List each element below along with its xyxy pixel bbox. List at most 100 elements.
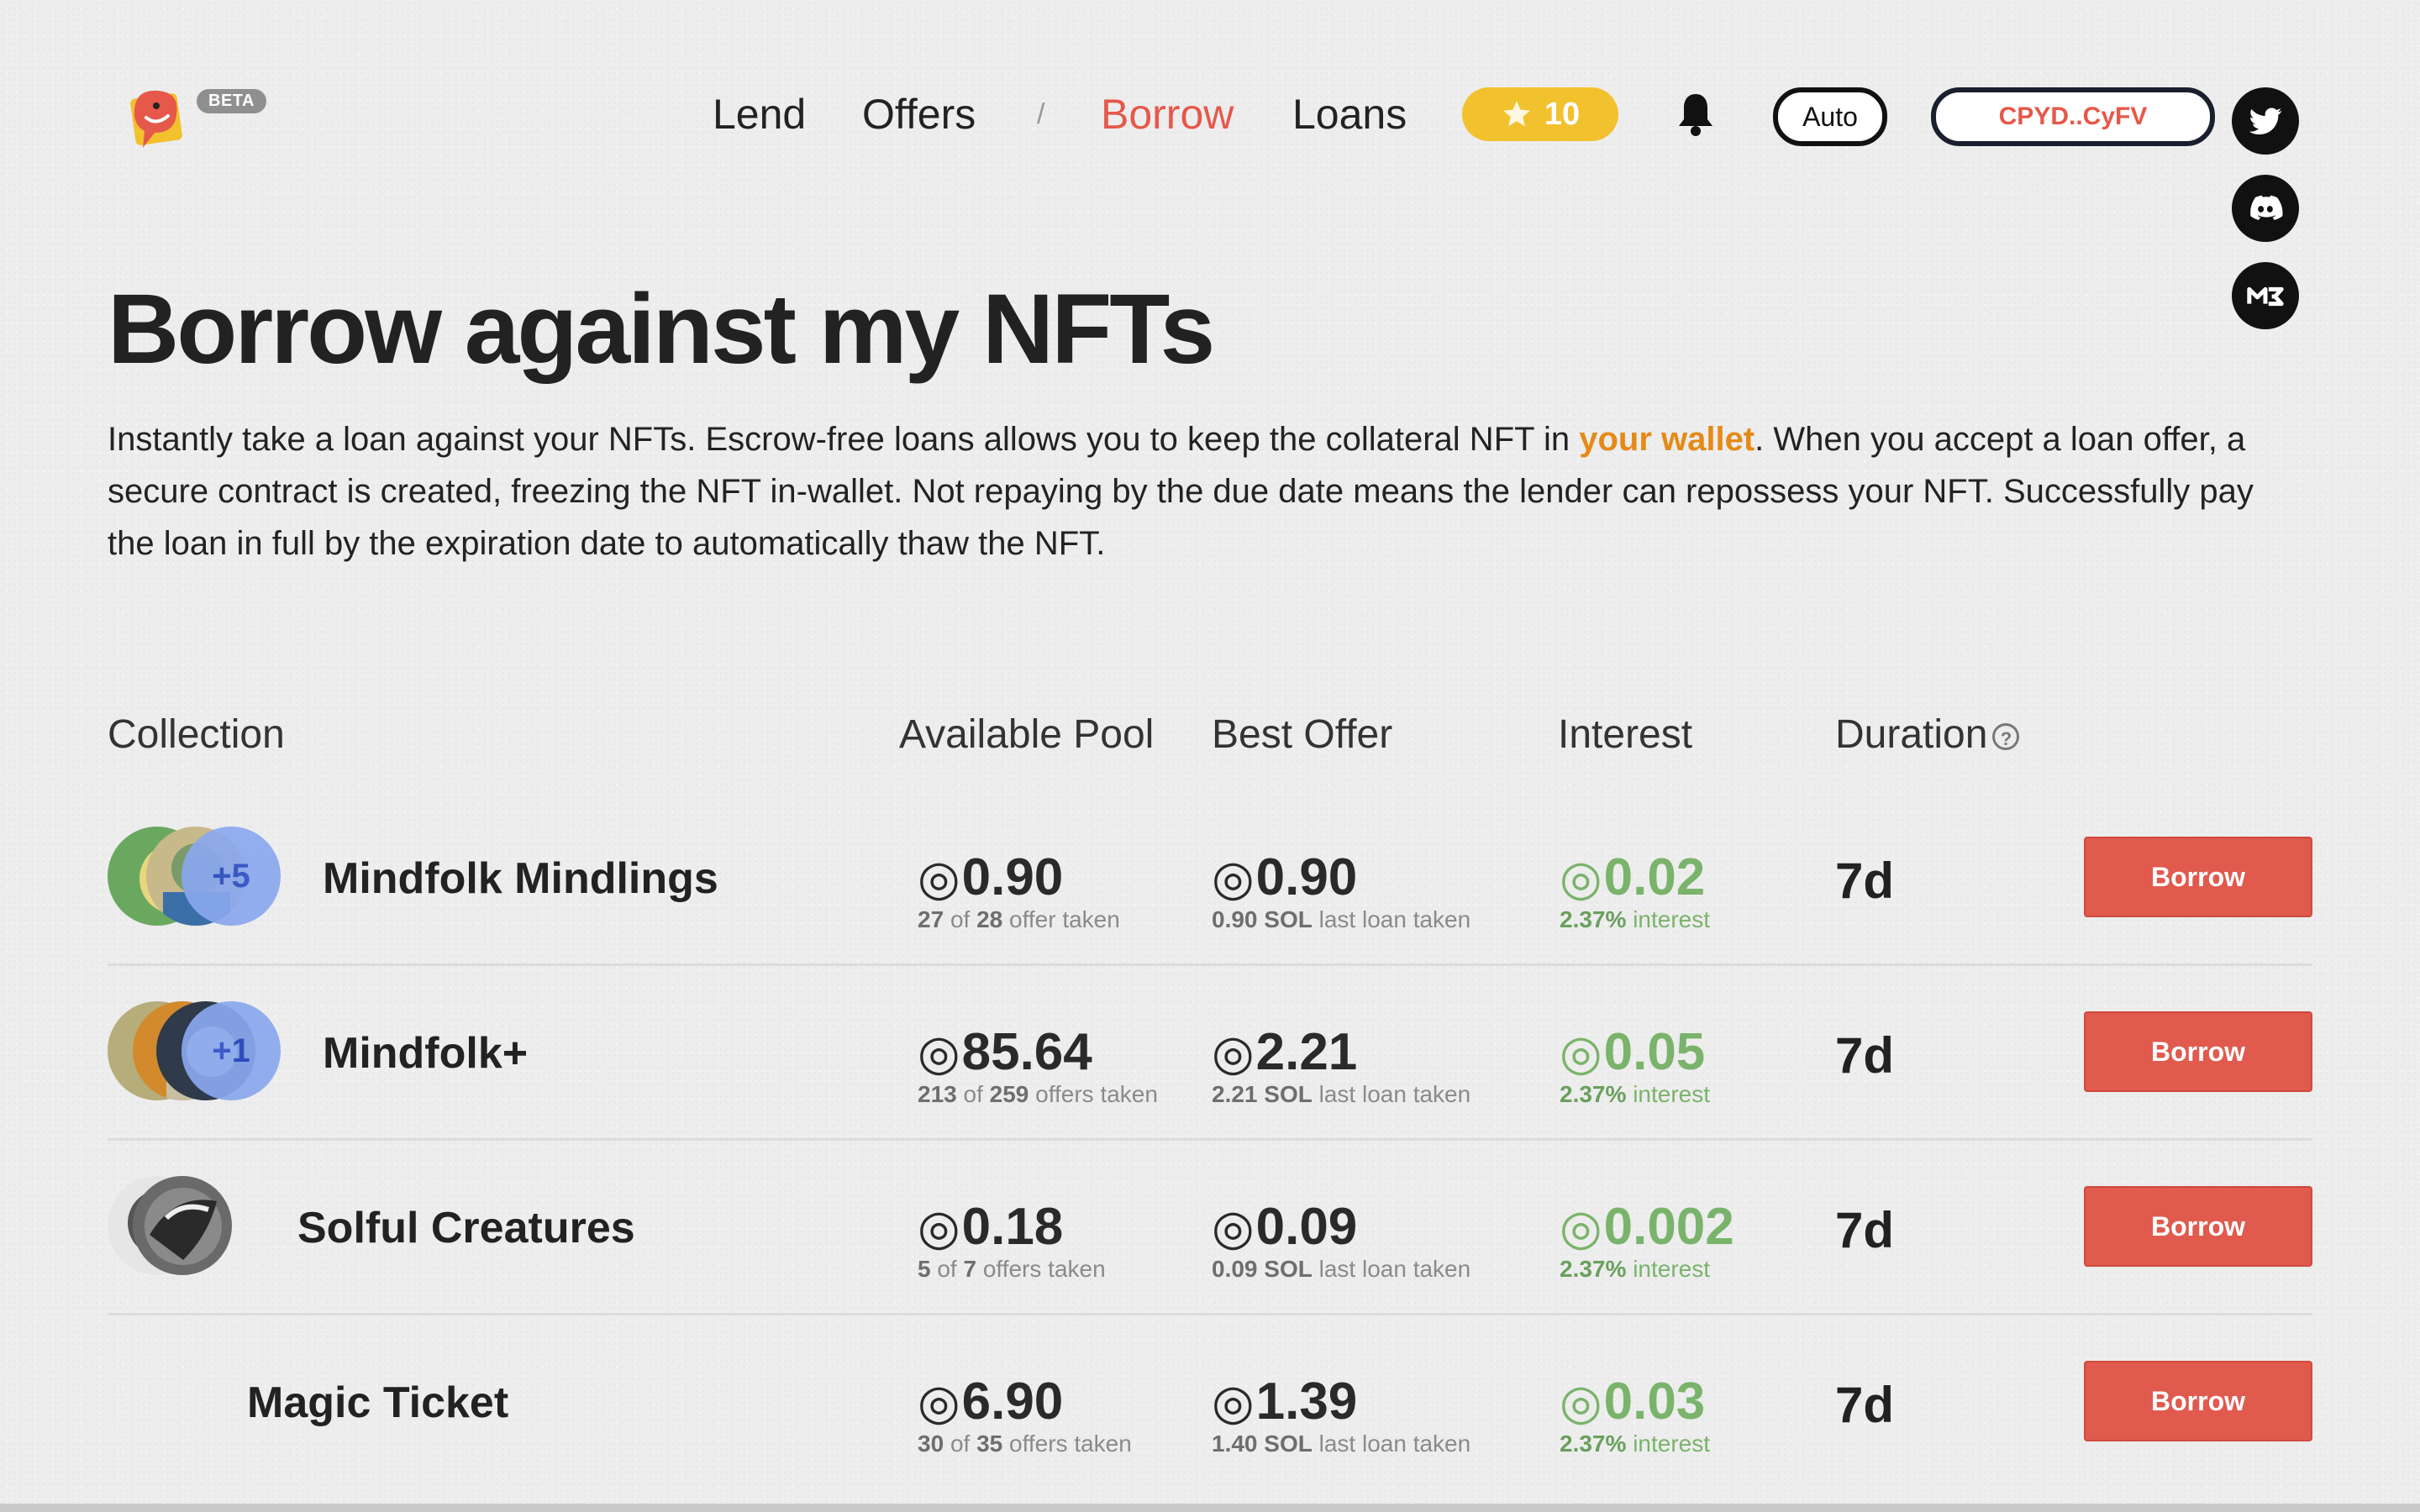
pool-suffix: offer taken [1009, 906, 1120, 932]
magic-eden-icon[interactable] [2232, 262, 2299, 329]
offer-suffix: last loan taken [1318, 1081, 1471, 1107]
pool-total: 259 [989, 1081, 1029, 1107]
sol-icon: ◎ [918, 1200, 960, 1255]
collection-avatars: +1 [108, 1001, 284, 1102]
page: { "header": { "beta_label": "BETA", "nav… [0, 0, 2420, 1512]
interest-suffix: interest [1633, 1256, 1711, 1282]
interest-rate: 2.37% [1560, 1081, 1627, 1107]
duration-value: 7d [1835, 853, 1895, 909]
pool-amount: 85.64 [961, 1023, 1092, 1081]
points-badge[interactable]: 10 [1462, 87, 1618, 141]
sol-icon: ◎ [918, 851, 960, 906]
best-offer-cell: ◎0.90 0.90 SOL last loan taken [1212, 848, 1470, 935]
description-text-1: Instantly take a loan against your NFTs.… [108, 421, 1580, 458]
offer-suffix: last loan taken [1318, 1431, 1471, 1457]
interest-amount: 0.002 [1603, 1198, 1734, 1256]
collection-avatars: +5 [108, 827, 284, 927]
collection-avatars [108, 1176, 284, 1277]
offer-amount: 0.09 [1255, 1198, 1358, 1256]
sol-unit: SOL [1264, 906, 1313, 932]
table-row: +1 Mindfolk+ ◎85.64 213 of 259 offers ta… [108, 966, 2312, 1141]
pool-taken: 30 [918, 1431, 944, 1457]
twitter-icon[interactable] [2232, 87, 2299, 155]
pool-total: 7 [963, 1256, 977, 1282]
table-row: Magic Ticket ◎6.90 30 of 35 offers taken… [108, 1315, 2312, 1490]
sol-icon: ◎ [1212, 851, 1255, 906]
interest-rate: 2.37% [1560, 1256, 1627, 1282]
pool-amount: 0.18 [961, 1198, 1064, 1256]
sol-unit: SOL [1264, 1081, 1313, 1107]
borrow-button[interactable]: Borrow [2084, 1011, 2312, 1092]
pool-taken: 5 [918, 1256, 931, 1282]
offer-amount: 2.21 [1255, 1023, 1358, 1081]
logo[interactable] [118, 84, 193, 160]
of-text: of [950, 1431, 971, 1457]
header-available-pool: Available Pool [899, 712, 1155, 757]
interest-cell: ◎0.002 2.37% interest [1560, 1198, 1734, 1284]
offer-amount: 1.39 [1255, 1373, 1358, 1431]
borrow-button[interactable]: Borrow [2084, 1361, 2312, 1441]
sol-icon: ◎ [1560, 1200, 1602, 1255]
best-offer-cell: ◎0.09 0.09 SOL last loan taken [1212, 1198, 1470, 1284]
best-offer-cell: ◎2.21 2.21 SOL last loan taken [1212, 1023, 1470, 1110]
table-row: +5 Mindfolk Mindlings ◎0.90 27 of 28 off… [108, 791, 2312, 966]
auto-priority-button[interactable]: Auto [1773, 87, 1887, 146]
nav-separator: / [1037, 98, 1045, 130]
offer-amount: 0.90 [1255, 848, 1358, 906]
available-pool-cell: ◎6.90 30 of 35 offers taken [918, 1373, 1132, 1459]
duration-value: 7d [1835, 1202, 1895, 1258]
help-icon[interactable]: ? [1992, 723, 2020, 751]
bell-icon[interactable] [1676, 91, 1716, 138]
sol-icon: ◎ [1560, 1026, 1602, 1080]
available-pool-cell: ◎0.18 5 of 7 offers taken [918, 1198, 1106, 1284]
offer-sol: 2.21 [1212, 1081, 1258, 1107]
sol-unit: SOL [1264, 1431, 1313, 1457]
header-best-offer: Best Offer [1212, 712, 1393, 757]
discord-icon[interactable] [2232, 175, 2299, 242]
table-row: Solful Creatures ◎0.18 5 of 7 offers tak… [108, 1141, 2312, 1315]
interest-cell: ◎0.05 2.37% interest [1560, 1023, 1710, 1110]
pool-suffix: offers taken [1035, 1081, 1158, 1107]
offer-sol: 1.40 [1212, 1431, 1258, 1457]
collection-name[interactable]: Solful Creatures [297, 1200, 635, 1257]
your-wallet-highlight: your wallet [1579, 421, 1755, 458]
interest-amount: 0.03 [1603, 1373, 1706, 1431]
more-nfts-badge: +5 [182, 827, 281, 926]
best-offer-cell: ◎1.39 1.40 SOL last loan taken [1212, 1373, 1470, 1459]
nav-lend[interactable]: Lend [713, 87, 806, 141]
pool-total: 35 [976, 1431, 1003, 1457]
collection-name[interactable]: Mindfolk+ [323, 1025, 528, 1082]
nft-thumbnail [133, 1176, 232, 1275]
pool-amount: 6.90 [961, 1373, 1064, 1431]
interest-suffix: interest [1633, 906, 1711, 932]
available-pool-cell: ◎0.90 27 of 28 offer taken [918, 848, 1120, 935]
offer-suffix: last loan taken [1318, 1256, 1471, 1282]
interest-cell: ◎0.03 2.37% interest [1560, 1373, 1710, 1459]
interest-amount: 0.05 [1603, 1023, 1706, 1081]
offer-sol: 0.09 [1212, 1256, 1258, 1282]
collection-name[interactable]: Mindfolk Mindlings [323, 850, 718, 907]
beta-badge: BETA [197, 89, 266, 113]
pool-total: 28 [976, 906, 1003, 932]
nav-borrow[interactable]: Borrow [1101, 87, 1234, 141]
nav-loans[interactable]: Loans [1292, 87, 1407, 141]
sol-icon: ◎ [918, 1026, 960, 1080]
more-nfts-badge: +1 [182, 1001, 281, 1100]
nav-offers[interactable]: Offers [862, 87, 976, 141]
pool-taken: 213 [918, 1081, 957, 1107]
borrow-button[interactable]: Borrow [2084, 837, 2312, 917]
header-duration-label: Duration [1835, 712, 1988, 757]
wallet-button[interactable]: CPYD..CyFV [1931, 87, 2215, 146]
offer-sol: 0.90 [1212, 906, 1258, 932]
collection-name[interactable]: Magic Ticket [247, 1374, 508, 1431]
borrow-button[interactable]: Borrow [2084, 1186, 2312, 1267]
header-duration: Duration? [1835, 706, 2020, 764]
interest-cell: ◎0.02 2.37% interest [1560, 848, 1710, 935]
sol-unit: SOL [1264, 1256, 1313, 1282]
interest-rate: 2.37% [1560, 1431, 1627, 1457]
sol-icon: ◎ [1212, 1375, 1255, 1430]
pool-suffix: offers taken [1009, 1431, 1132, 1457]
page-description: Instantly take a loan against your NFTs.… [108, 413, 2275, 570]
duration-value: 7d [1835, 1027, 1895, 1084]
of-text: of [963, 1081, 983, 1107]
